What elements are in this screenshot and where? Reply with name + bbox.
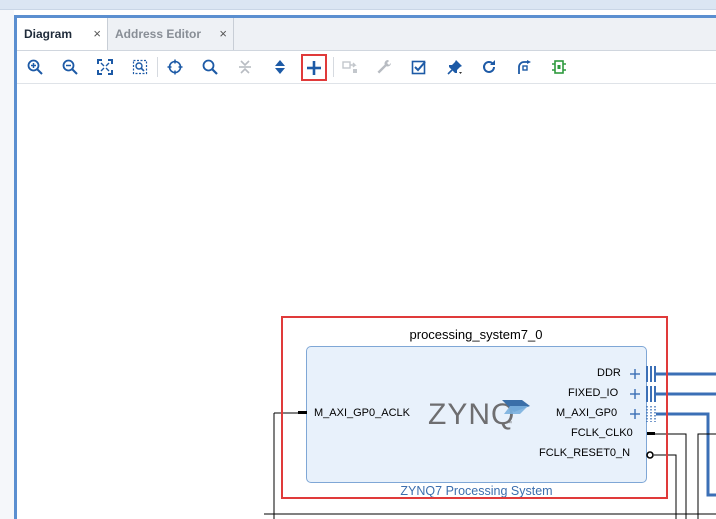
block-highlight: [281, 316, 668, 499]
